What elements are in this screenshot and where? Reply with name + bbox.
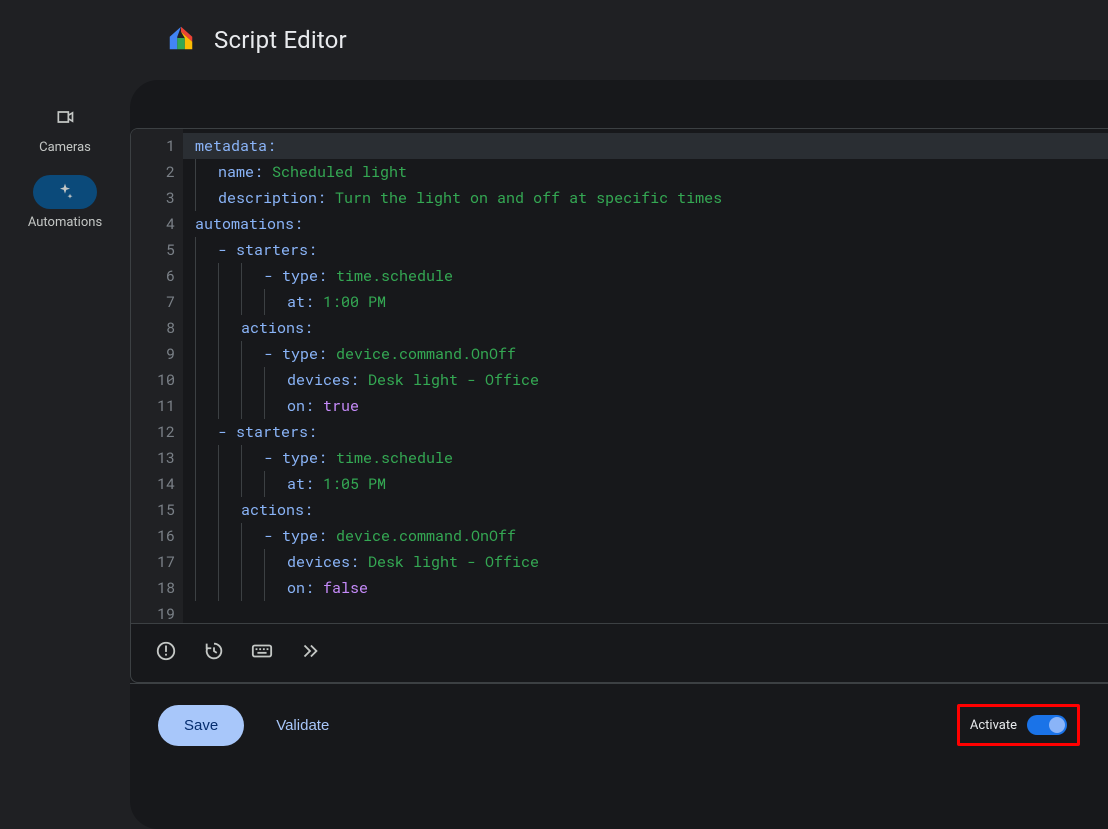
code-line[interactable]: on: true [183, 393, 1108, 419]
keyboard-icon[interactable] [251, 640, 273, 666]
line-gutter: 12345678910111213141516171819 [131, 129, 183, 623]
chevron-forward-icon[interactable] [299, 640, 321, 666]
history-icon[interactable] [203, 640, 225, 666]
error-icon[interactable] [155, 640, 177, 666]
main-panel: 12345678910111213141516171819 metadata:n… [130, 80, 1108, 829]
activate-toggle[interactable] [1027, 715, 1067, 735]
code-line[interactable]: description: Turn the light on and off a… [183, 185, 1108, 211]
sidebar-item-automations[interactable]: Automations [0, 171, 130, 242]
editor-toolbar [131, 623, 1108, 682]
bottom-bar: Save Validate Activate [130, 683, 1108, 766]
code-line[interactable]: automations: [183, 211, 1108, 237]
code-line[interactable]: - type: time.schedule [183, 445, 1108, 471]
google-home-logo-icon [166, 23, 196, 57]
code-line[interactable]: - starters: [183, 237, 1108, 263]
code-line[interactable]: on: false [183, 575, 1108, 601]
code-line[interactable]: at: 1:05 PM [183, 471, 1108, 497]
header: Script Editor [0, 0, 1108, 80]
code-line[interactable]: metadata: [183, 133, 1108, 159]
sidebar-item-label: Automations [28, 215, 102, 230]
validate-button[interactable]: Validate [268, 707, 337, 744]
save-button[interactable]: Save [158, 705, 244, 746]
toggle-thumb [1049, 717, 1065, 733]
code-line[interactable]: actions: [183, 315, 1108, 341]
code-line[interactable]: actions: [183, 497, 1108, 523]
sparkle-icon [33, 175, 97, 209]
code-line[interactable] [183, 601, 1108, 623]
code-content[interactable]: metadata:name: Scheduled lightdescriptio… [183, 129, 1108, 623]
code-line[interactable]: devices: Desk light - Office [183, 549, 1108, 575]
code-line[interactable]: - starters: [183, 419, 1108, 445]
editor-container: 12345678910111213141516171819 metadata:n… [130, 128, 1108, 683]
code-line[interactable]: name: Scheduled light [183, 159, 1108, 185]
activate-highlight-box: Activate [957, 704, 1080, 746]
activate-label: Activate [970, 718, 1017, 733]
code-line[interactable]: devices: Desk light - Office [183, 367, 1108, 393]
sidebar: Cameras Automations [0, 80, 130, 829]
code-line[interactable]: - type: time.schedule [183, 263, 1108, 289]
camera-icon [33, 100, 97, 134]
code-editor[interactable]: 12345678910111213141516171819 metadata:n… [131, 129, 1108, 623]
page-title: Script Editor [214, 26, 347, 54]
sidebar-item-label: Cameras [39, 140, 91, 155]
sidebar-item-cameras[interactable]: Cameras [0, 96, 130, 167]
code-line[interactable]: at: 1:00 PM [183, 289, 1108, 315]
code-line[interactable]: - type: device.command.OnOff [183, 341, 1108, 367]
code-line[interactable]: - type: device.command.OnOff [183, 523, 1108, 549]
